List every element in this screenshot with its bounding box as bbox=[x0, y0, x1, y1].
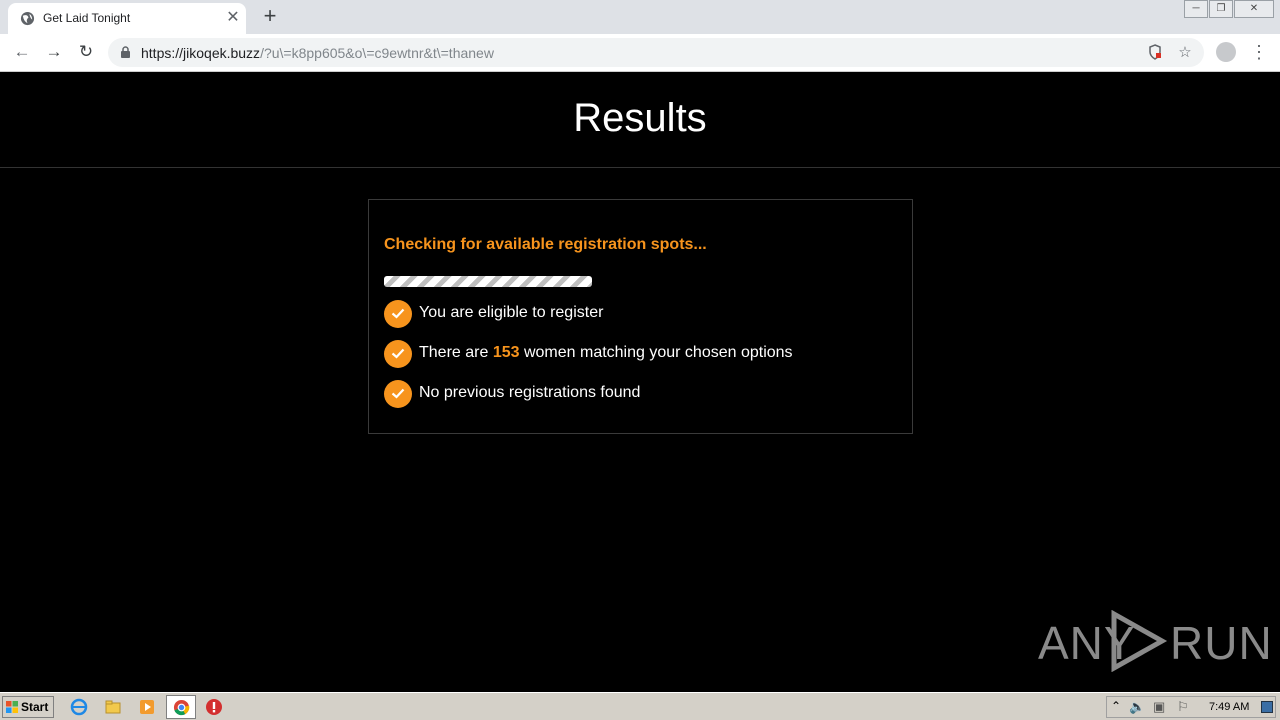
browser-toolbar: ← → ↻ https://jikoqek.buzz/?u\=k8pp605&o… bbox=[0, 34, 1280, 72]
profile-avatar-icon[interactable] bbox=[1216, 42, 1236, 62]
play-logo-icon bbox=[1111, 610, 1168, 672]
menu-dots-icon[interactable]: ⋮ bbox=[1250, 40, 1268, 64]
watermark-right: RUN bbox=[1170, 617, 1273, 669]
lock-icon bbox=[121, 46, 130, 58]
system-tray: ⌃ 🔈 ▣ ⚐ 7:49 AM bbox=[1106, 696, 1276, 718]
tab-strip: Get Laid Tonight ✕ + ─ ❐ ✕ bbox=[0, 0, 1280, 34]
reload-icon[interactable]: ↻ bbox=[74, 40, 98, 64]
volume-icon[interactable]: 🔈 bbox=[1129, 699, 1145, 715]
taskbar: Start ⌃ 🔈 ▣ ⚐ 7:49 AM bbox=[0, 692, 1280, 720]
minimize-button[interactable]: ─ bbox=[1184, 0, 1208, 18]
chrome-icon bbox=[173, 699, 190, 716]
checkmark-icon bbox=[384, 380, 412, 408]
show-hidden-icons-icon[interactable]: ⌃ bbox=[1111, 699, 1121, 713]
results-header: Results bbox=[0, 72, 1280, 168]
match-text-pre: There are bbox=[419, 344, 493, 361]
close-window-button[interactable]: ✕ bbox=[1234, 0, 1274, 18]
page-content: Results Checking for available registrat… bbox=[0, 72, 1280, 692]
file-explorer-icon[interactable] bbox=[104, 698, 122, 716]
url-text[interactable]: https://jikoqek.buzz/?u\=k8pp605&o\=c9ew… bbox=[141, 45, 494, 61]
check-text: There are 153 women matching your chosen… bbox=[419, 344, 793, 362]
browser-tab[interactable]: Get Laid Tonight ✕ bbox=[8, 3, 246, 34]
page-title: Results bbox=[573, 96, 707, 140]
action-center-flag-icon[interactable]: ⚐ bbox=[1177, 699, 1189, 715]
match-text-post: women matching your chosen options bbox=[519, 344, 793, 361]
network-icon[interactable]: ▣ bbox=[1153, 699, 1165, 715]
stop-sign-icon[interactable] bbox=[205, 698, 223, 716]
tab-title: Get Laid Tonight bbox=[43, 11, 131, 25]
show-desktop-icon[interactable] bbox=[1261, 701, 1273, 713]
chrome-taskbar-button[interactable] bbox=[166, 695, 196, 719]
checking-status: Checking for available registration spot… bbox=[384, 236, 707, 253]
windows-flag-icon bbox=[6, 701, 18, 713]
progress-bar bbox=[384, 276, 592, 287]
anyrun-watermark: ANY RUN bbox=[1038, 610, 1272, 674]
bookmark-star-icon[interactable]: ☆ bbox=[1176, 44, 1194, 62]
media-player-icon[interactable] bbox=[138, 698, 156, 716]
address-bar[interactable]: https://jikoqek.buzz/?u\=k8pp605&o\=c9ew… bbox=[108, 38, 1204, 67]
internet-explorer-icon[interactable] bbox=[70, 698, 88, 716]
shield-blocked-icon[interactable] bbox=[1146, 44, 1164, 62]
check-text: You are eligible to register bbox=[419, 304, 604, 321]
forward-arrow-icon[interactable]: → bbox=[42, 40, 66, 64]
url-path: /?u\=k8pp605&o\=c9ewtnr&t\=thanew bbox=[260, 45, 494, 61]
url-host: https://jikoqek.buzz bbox=[141, 45, 261, 61]
globe-icon bbox=[20, 11, 35, 26]
close-tab-icon[interactable]: ✕ bbox=[224, 9, 242, 27]
check-text: No previous registrations found bbox=[419, 384, 641, 401]
clock[interactable]: 7:49 AM bbox=[1209, 701, 1249, 713]
match-count: 153 bbox=[492, 344, 520, 361]
results-card: Checking for available registration spot… bbox=[368, 199, 913, 434]
start-label: Start bbox=[21, 700, 49, 714]
checkmark-icon bbox=[384, 300, 412, 328]
new-tab-button[interactable]: + bbox=[260, 5, 280, 28]
start-button[interactable]: Start bbox=[2, 696, 54, 718]
back-arrow-icon[interactable]: ← bbox=[10, 40, 34, 64]
checkmark-icon bbox=[384, 340, 412, 368]
restore-button[interactable]: ❐ bbox=[1209, 0, 1233, 18]
